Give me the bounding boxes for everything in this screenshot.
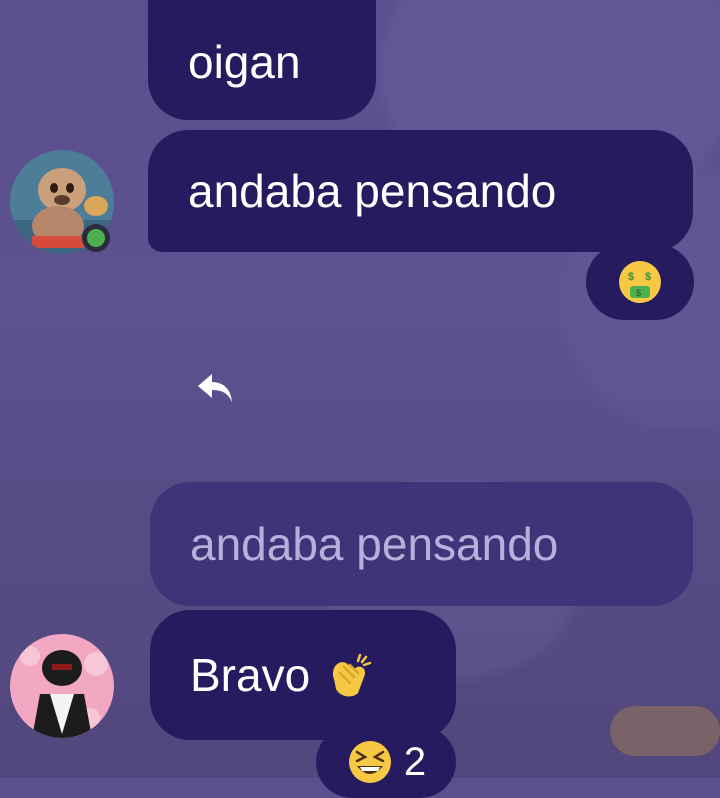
- replied-message-text: andaba pensando: [190, 518, 559, 570]
- reaction-chip[interactable]: $ $ $: [586, 244, 694, 320]
- reply-arrow-icon: [194, 370, 238, 406]
- clapping-hands-icon: [333, 653, 372, 697]
- grinning-squinting-face-icon: [348, 741, 391, 783]
- svg-text:$: $: [645, 271, 651, 283]
- online-status-badge: [82, 224, 110, 252]
- message-text: oigan: [188, 36, 301, 88]
- message-bubble[interactable]: oigan: [148, 0, 376, 120]
- money-mouth-face-icon: $ $ $: [619, 261, 661, 303]
- replied-message-preview[interactable]: andaba pensando: [150, 482, 693, 606]
- background-shape: [610, 706, 720, 756]
- svg-text:$: $: [628, 271, 634, 283]
- message-text: andaba pensando: [188, 165, 557, 217]
- message-text: Bravo: [190, 649, 311, 701]
- reaction-chip[interactable]: 2: [316, 726, 456, 798]
- avatar[interactable]: [10, 634, 114, 738]
- message-bubble[interactable]: Bravo: [150, 610, 456, 740]
- avatar-image: [10, 634, 114, 738]
- message-bubble[interactable]: andaba pensando: [148, 130, 693, 252]
- svg-text:$: $: [636, 288, 641, 298]
